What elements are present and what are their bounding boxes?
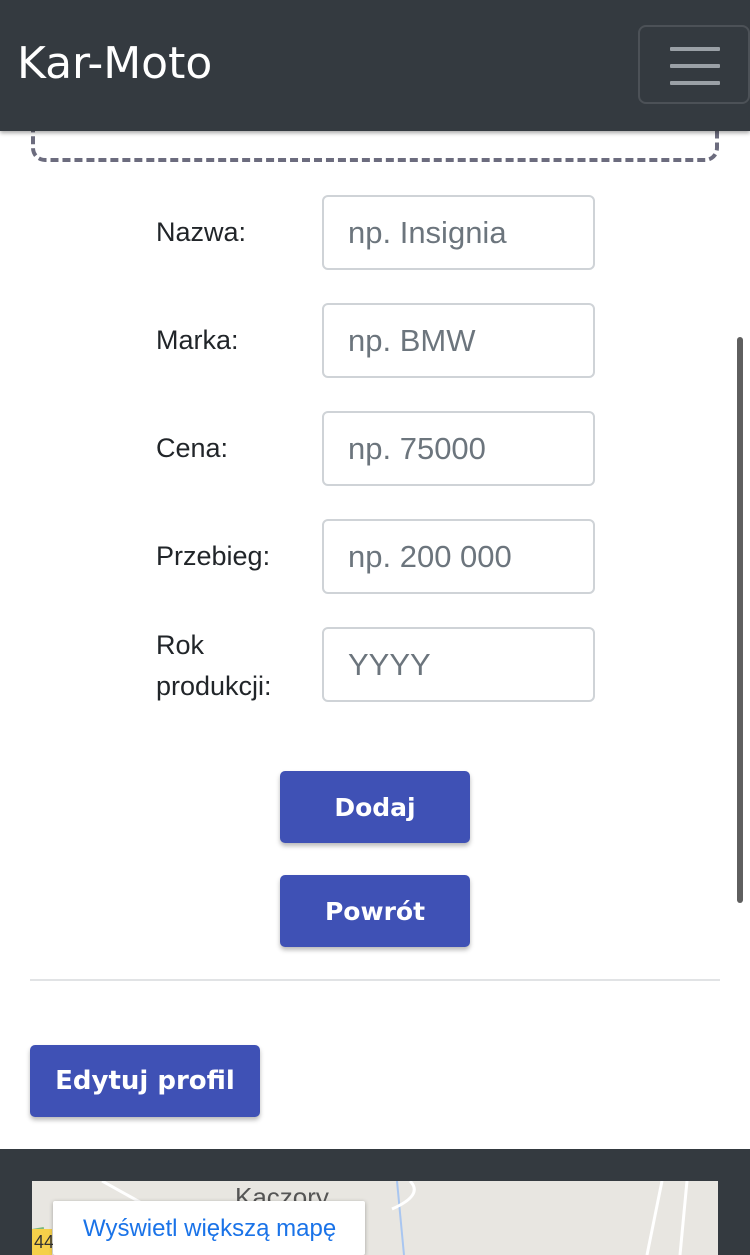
larger-map-link[interactable]: Wyświetl większą mapę xyxy=(83,1215,336,1243)
road-number-badge: 44 xyxy=(32,1229,54,1255)
navbar: Kar-Moto xyxy=(0,0,750,131)
map-link-box: Wyświetl większą mapę xyxy=(53,1201,365,1255)
scrollbar[interactable] xyxy=(737,337,743,903)
year-label-line1: Rok xyxy=(156,630,205,660)
brand-logo[interactable]: Kar-Moto xyxy=(17,36,212,92)
price-input[interactable] xyxy=(322,411,595,486)
brand-input[interactable] xyxy=(322,303,595,378)
edit-profile-button[interactable]: Edytuj profil xyxy=(30,1045,260,1117)
year-input[interactable] xyxy=(322,627,595,702)
back-button[interactable]: Powrót xyxy=(280,875,470,947)
name-label: Nazwa: xyxy=(156,217,247,247)
mileage-input[interactable] xyxy=(322,519,595,594)
menu-toggle-button[interactable] xyxy=(638,25,750,104)
mileage-label: Przebieg: xyxy=(156,541,271,571)
name-input[interactable] xyxy=(322,195,595,270)
price-label: Cena: xyxy=(156,433,229,463)
add-button[interactable]: Dodaj xyxy=(280,771,470,843)
divider xyxy=(30,979,720,981)
year-label-line2: produkcji: xyxy=(156,671,272,701)
brand-label: Marka: xyxy=(156,325,239,355)
